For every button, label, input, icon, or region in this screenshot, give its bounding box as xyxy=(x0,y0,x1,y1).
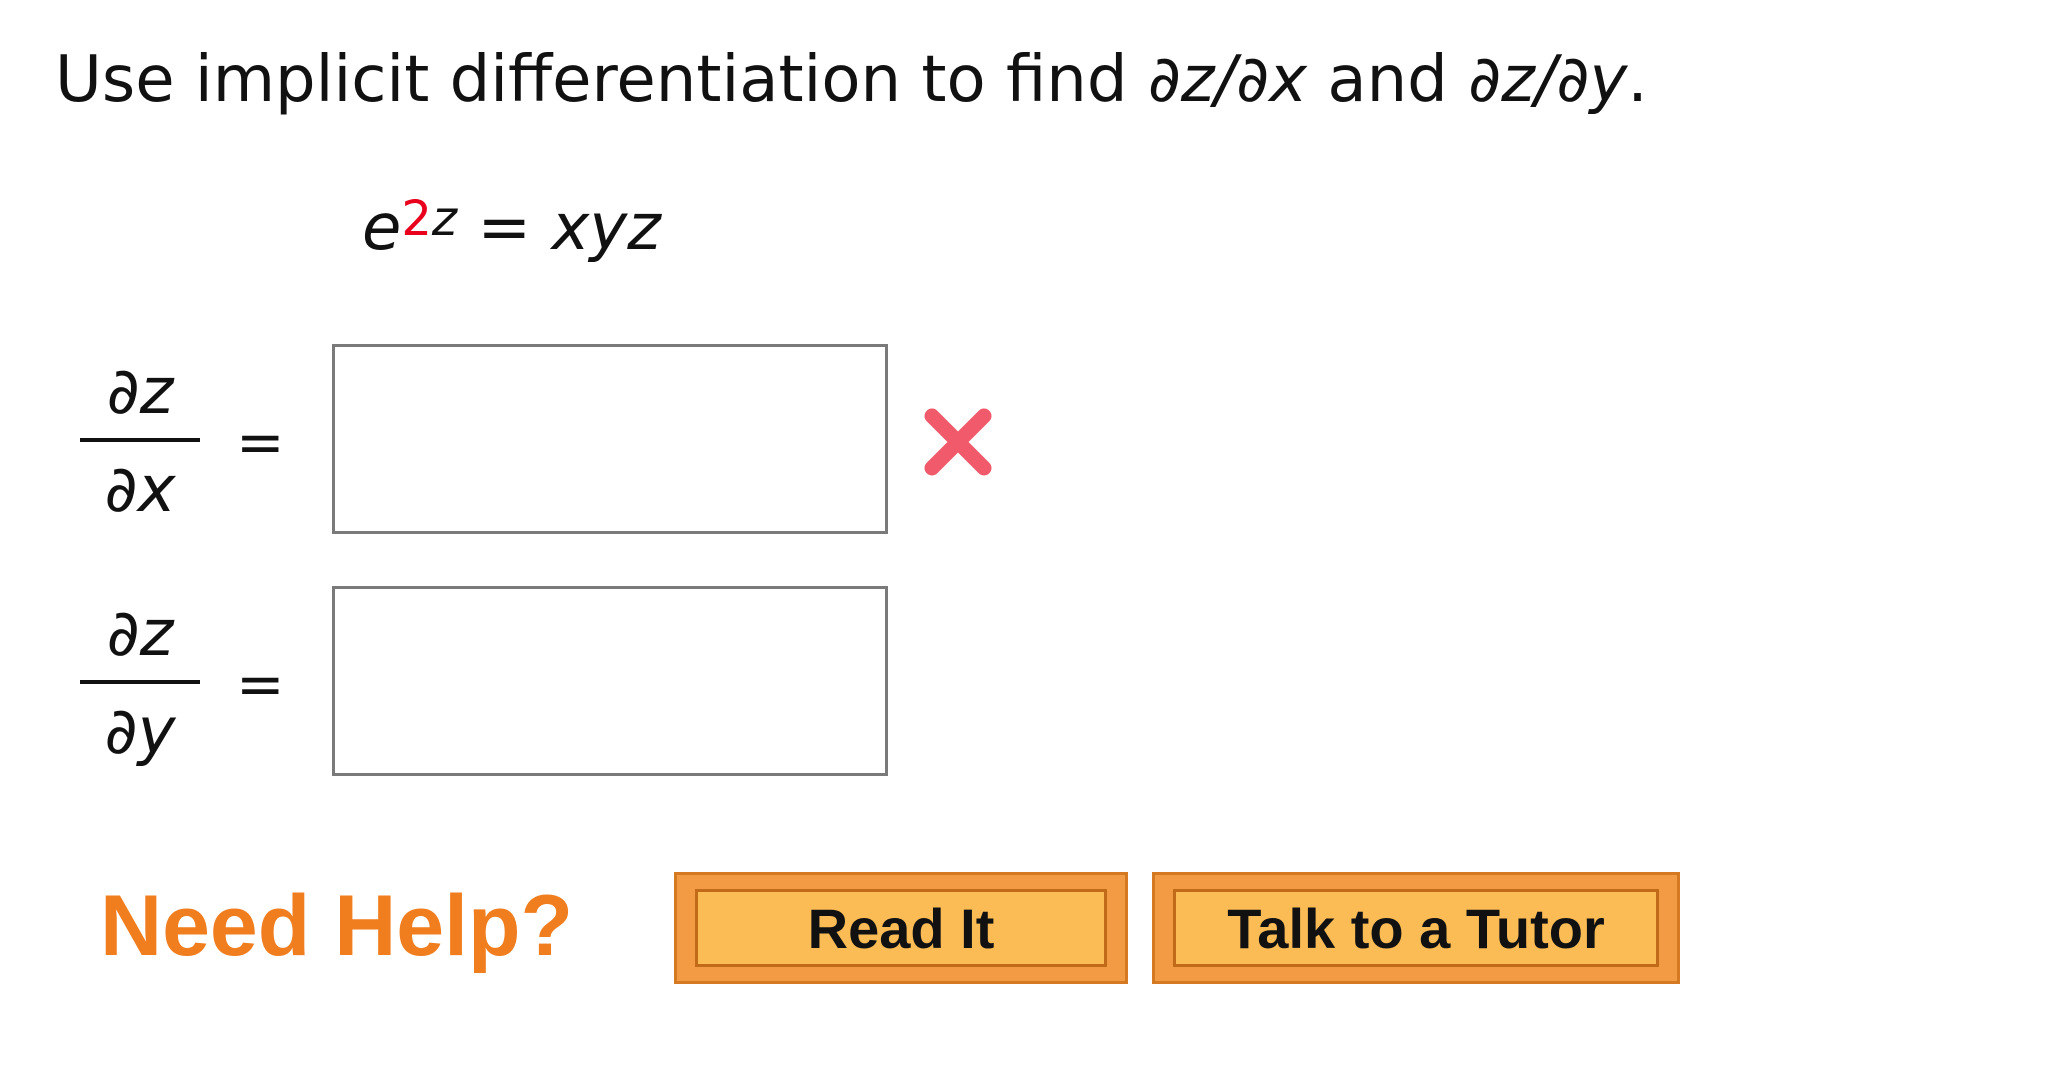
equation-exponent: 2z xyxy=(401,191,457,247)
instruction-prefix: Use implicit differentiation to find xyxy=(55,43,1148,117)
partial-z-y-expr: ∂z/∂y xyxy=(1468,43,1628,117)
equation-base: e xyxy=(362,191,402,265)
equation-rhs: xyz xyxy=(551,191,661,265)
talk-to-tutor-button[interactable]: Talk to a Tutor xyxy=(1152,872,1680,984)
answer-input-dz-dx[interactable] xyxy=(332,344,888,534)
read-it-button-label: Read It xyxy=(695,889,1107,967)
answer-input-dz-dy[interactable] xyxy=(332,586,888,776)
instruction-suffix: . xyxy=(1627,43,1648,117)
fraction-bar xyxy=(80,438,200,442)
fraction-numerator: ∂z xyxy=(106,355,174,429)
partial-z-x-expr: ∂z/∂x xyxy=(1147,43,1308,117)
exponent-variable: z xyxy=(431,191,458,247)
fraction-numerator: ∂z xyxy=(106,597,174,671)
instruction-text: Use implicit differentiation to find ∂z/… xyxy=(55,30,1648,130)
fraction-denominator: ∂x xyxy=(104,453,176,527)
instruction-and: and xyxy=(1307,43,1469,117)
exponent-coefficient: 2 xyxy=(401,191,432,247)
equals-sign: = xyxy=(236,650,285,718)
fraction-bar xyxy=(80,680,200,684)
equals-sign: = xyxy=(236,408,285,476)
need-help-label: Need Help? xyxy=(100,878,574,974)
given-equation: e2z = xyz xyxy=(362,178,661,283)
fraction-denominator: ∂y xyxy=(104,695,176,769)
fraction-dz-dx: ∂z ∂x xyxy=(80,352,200,530)
fraction-dz-dy: ∂z ∂y xyxy=(80,594,200,772)
incorrect-x-icon xyxy=(924,408,992,476)
equation-equals: = xyxy=(457,191,552,265)
talk-to-tutor-button-label: Talk to a Tutor xyxy=(1173,889,1659,967)
read-it-button[interactable]: Read It xyxy=(674,872,1128,984)
